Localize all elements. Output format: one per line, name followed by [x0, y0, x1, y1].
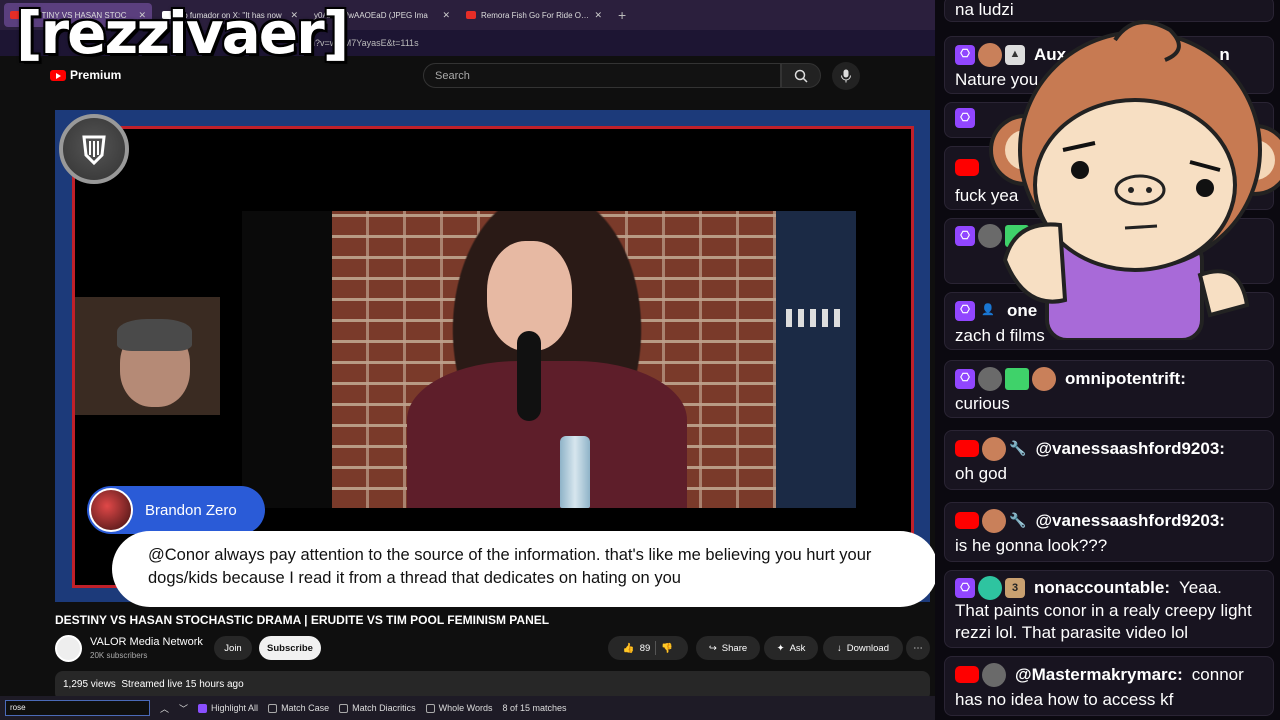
podcast-microphone: [517, 331, 541, 421]
streamer-overlay-logo: [rezzivaer]: [16, 0, 349, 67]
user-avatar: [1032, 366, 1056, 391]
user-avatar: [982, 436, 1006, 461]
chat-message: ⎔ omnipotentrift: curious: [944, 360, 1274, 418]
microphone-icon: [841, 69, 851, 83]
water-bottle: [560, 436, 590, 508]
ask-button[interactable]: ✦ Ask: [764, 636, 818, 660]
video-title: DESTINY VS HASAN STOCHASTIC DRAMA | ERUD…: [55, 613, 550, 627]
webcam-inset: [75, 297, 220, 415]
search-icon: [794, 69, 808, 83]
share-button[interactable]: ↪ Share: [696, 636, 760, 660]
search-input[interactable]: Search: [423, 63, 781, 88]
more-actions-button[interactable]: ⋯: [906, 636, 930, 660]
youtube-icon: [955, 440, 979, 457]
wrench-icon: 🔧: [1009, 512, 1027, 528]
chat-message: @Mastermakrymarc: connor has no idea how…: [944, 656, 1274, 716]
user-avatar: [982, 508, 1006, 533]
more-icon: ⋯: [913, 642, 923, 654]
chatter-name-pill: Brandon Zero: [87, 486, 265, 534]
thumbs-up-icon: 👍: [622, 642, 635, 654]
twitch-icon: ⎔: [955, 108, 975, 128]
sword-badge-icon: [1005, 367, 1029, 390]
user-avatar: [978, 366, 1002, 391]
wrench-icon: 🔧: [1009, 440, 1027, 456]
search-button[interactable]: [781, 63, 821, 88]
user-avatar: [982, 662, 1006, 687]
shield-logo-icon: [82, 135, 106, 166]
like-dislike-group: 👍 89 👎: [608, 636, 688, 660]
match-diacritics-checkbox[interactable]: Match Diacritics: [339, 703, 416, 713]
chatter-avatar: [89, 488, 133, 532]
checkbox-icon: [425, 703, 435, 713]
checkbox-icon: [268, 703, 278, 713]
twitch-icon: ⎔: [955, 578, 975, 598]
gift-badge-icon: 3: [1005, 578, 1025, 598]
monkey-mascot-overlay: [989, 20, 1280, 340]
youtube-logo-icon: [50, 69, 66, 81]
close-tab-icon[interactable]: ✕: [594, 10, 602, 21]
like-button[interactable]: 👍 89: [623, 643, 650, 654]
find-previous-icon[interactable]: ︿: [160, 702, 169, 715]
twitch-icon: ⎔: [955, 300, 975, 321]
youtube-icon: [955, 512, 979, 529]
download-button[interactable]: ↓ Download: [823, 636, 903, 660]
checkbox-icon: [339, 703, 349, 713]
join-button[interactable]: Join: [214, 636, 252, 660]
twitch-icon: ⎔: [955, 368, 975, 389]
share-icon: ↪: [708, 642, 717, 654]
find-input[interactable]: rose: [5, 700, 150, 716]
panel-scene: [242, 211, 856, 508]
highlight-all-checkbox[interactable]: Highlight All: [198, 703, 258, 713]
chat-message: ⎔ 3 nonaccountable: Yeaa. That paints co…: [944, 570, 1274, 648]
match-status: 8 of 15 matches: [502, 703, 567, 713]
find-next-icon[interactable]: ﹀: [179, 702, 188, 715]
user-avatar: [978, 576, 1002, 600]
youtube-icon: [955, 159, 979, 176]
youtube-icon: [955, 666, 979, 683]
twitch-icon: ⎔: [955, 226, 975, 246]
close-tab-icon[interactable]: ✕: [442, 10, 450, 21]
twitch-icon: ⎔: [955, 44, 975, 65]
channel-name[interactable]: VALOR Media Network: [90, 636, 203, 648]
channel-avatar[interactable]: [55, 635, 82, 662]
voice-search-button[interactable]: [832, 62, 860, 90]
sparkle-icon: ✦: [776, 642, 785, 654]
browser-tab[interactable]: Remora Fish Go For Ride On Wi ✕: [460, 3, 608, 27]
valor-badge: [55, 110, 135, 190]
video-frame: Brandon Zero @Conor always pay attention…: [72, 126, 938, 607]
video-player[interactable]: Brandon Zero @Conor always pay attention…: [55, 110, 938, 607]
find-bar: rose ︿ ﹀ Highlight All Match Case Match …: [0, 696, 935, 720]
chat-message: 🔧 @vanessaashford9203: oh god: [944, 430, 1274, 490]
checkbox-checked-icon: [198, 703, 208, 713]
subscriber-count: 20K subscribers: [90, 651, 148, 660]
youtube-premium-logo[interactable]: Premium: [50, 68, 121, 82]
youtube-favicon-icon: [466, 11, 476, 19]
thumbs-down-icon[interactable]: 👎: [661, 643, 673, 654]
chat-message-bubble: @Conor always pay attention to the sourc…: [112, 531, 938, 607]
match-case-checkbox[interactable]: Match Case: [268, 703, 329, 713]
subscribe-button[interactable]: Subscribe: [259, 636, 321, 660]
whole-words-checkbox[interactable]: Whole Words: [425, 703, 492, 713]
new-tab-icon[interactable]: +: [618, 7, 626, 23]
download-icon: ↓: [837, 642, 842, 654]
chat-message: 🔧 @vanessaashford9203: is he gonna look?…: [944, 502, 1274, 562]
